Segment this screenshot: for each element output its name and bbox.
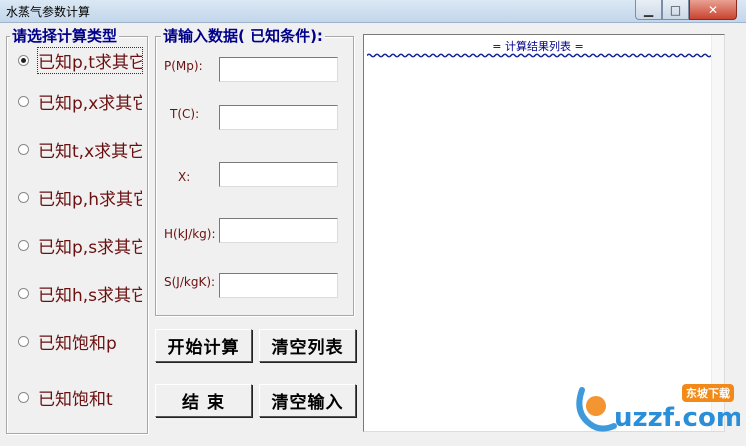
results-listbox[interactable]: = 计算结果列表 = [363,34,725,432]
radio-label: 已知h,s求其它 [38,285,142,306]
temperature-label: T(C): [170,107,200,121]
watermark-text: uzzf.com [614,403,740,433]
radio-option-hs[interactable]: 已知h,s求其它 [18,281,142,306]
enthalpy-label: H(kJ/kg): [164,227,216,241]
radio-option-px[interactable]: 已知p,x求其它 [18,89,142,114]
radio-button[interactable] [18,191,29,203]
radio-label: 已知p,h求其它 [38,189,142,210]
clear-list-button[interactable]: 清空列表 [259,329,356,362]
radio-button[interactable] [18,287,29,299]
close-button[interactable]: ✕ [689,0,737,20]
minimize-button[interactable]: ▁ [635,0,662,20]
radio-label: 已知p,t求其它 [37,46,143,74]
pressure-label: P(Mp): [164,59,203,73]
entropy-label: S(J/kgK): [164,275,216,289]
radio-label: 已知饱和p [38,333,117,354]
radio-label: 已知p,x求其它 [38,93,142,114]
uzzf-watermark-logo: uzzf.com 东坡下载 [576,384,740,433]
results-header: = 计算结果列表 = [492,40,584,53]
radio-option-sat-t[interactable]: 已知饱和t [18,385,142,410]
radio-option-ph[interactable]: 已知p,h求其它 [18,185,142,210]
dryness-label: X: [178,170,191,184]
temperature-input[interactable] [219,105,338,130]
radio-button[interactable] [18,95,29,107]
maximize-button[interactable]: □ [662,0,689,20]
pressure-input[interactable] [219,57,338,82]
radio-button[interactable] [18,335,29,347]
calc-type-group-title: 请选择计算类型 [10,27,120,45]
radio-label: 已知t,x求其它 [38,141,142,162]
radio-option-tx[interactable]: 已知t,x求其它 [18,137,142,162]
clear-input-button[interactable]: 清空输入 [259,384,356,417]
radio-label: 已知饱和t [38,389,113,410]
wavy-divider [367,53,711,58]
radio-label: 已知p,s求其它 [38,237,142,258]
radio-button[interactable] [18,54,29,66]
dryness-input[interactable] [219,162,338,187]
minimize-icon: ▁ [643,2,654,17]
title-bar: 水蒸气参数计算 ▁ □ ✕ [0,0,746,23]
vertical-scrollbar[interactable] [711,35,724,431]
close-icon: ✕ [707,2,719,17]
input-data-group-title: 请输入数据( 已知条件): [161,27,325,45]
maximize-icon: □ [669,2,682,17]
watermark-badge: 东坡下载 [686,386,730,400]
entropy-input[interactable] [219,273,338,298]
radio-option-ps[interactable]: 已知p,s求其它 [18,233,142,258]
end-button[interactable]: 结 束 [155,384,252,417]
radio-button[interactable] [18,239,29,251]
start-calc-button[interactable]: 开始计算 [155,329,252,362]
radio-button[interactable] [18,143,29,155]
radio-option-sat-p[interactable]: 已知饱和p [18,329,142,354]
radio-button[interactable] [18,391,29,403]
window-title: 水蒸气参数计算 [6,5,91,19]
enthalpy-input[interactable] [219,218,338,243]
radio-option-pt[interactable]: 已知p,t求其它 [18,46,143,74]
